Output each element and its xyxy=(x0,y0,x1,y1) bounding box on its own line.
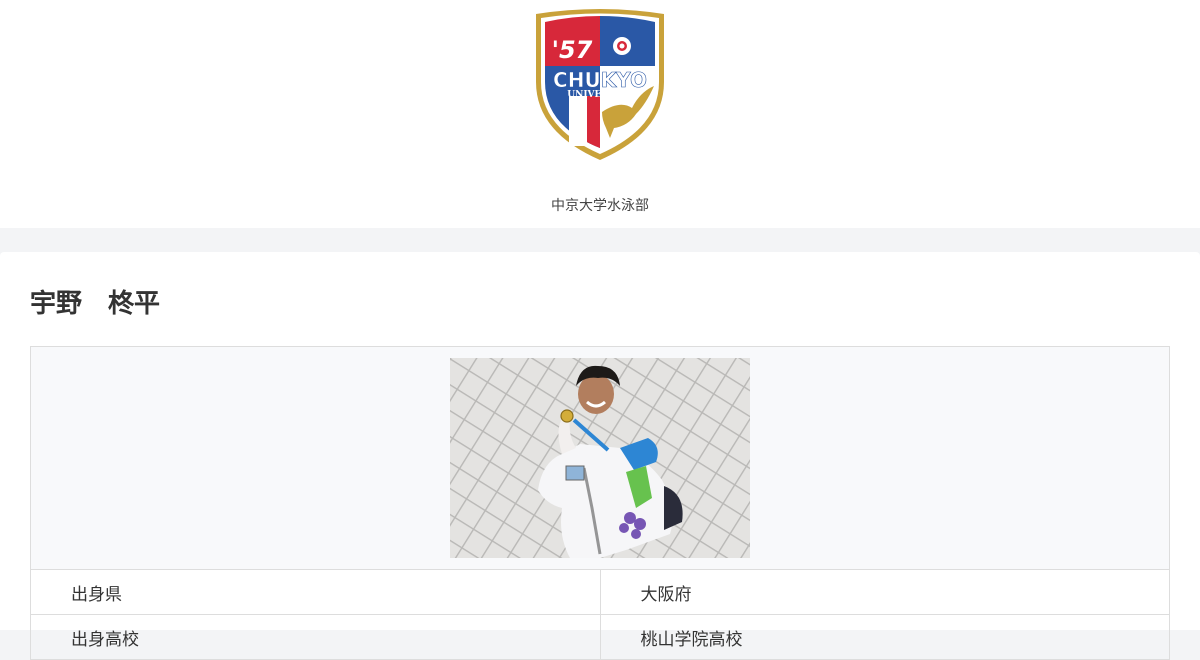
emblem-flower-icon xyxy=(613,37,631,55)
photo-row xyxy=(30,346,1170,570)
profile-table: 出身県 大阪府 出身高校 桃山学院高校 xyxy=(30,346,1170,660)
site-name[interactable]: 中京大学水泳部 xyxy=(0,196,1200,216)
site-header: '57 CHUKYO UNIVERSITY 中京大学水泳部 xyxy=(0,0,1200,228)
athlete-name-title: 宇野 柊平 xyxy=(30,289,161,319)
row-value: 桃山学院高校 xyxy=(599,614,1170,660)
chukyo-university-emblem-logo[interactable]: '57 CHUKYO UNIVERSITY xyxy=(532,8,668,164)
svg-text:'57: '57 xyxy=(552,36,593,64)
row-label: 出身高校 xyxy=(30,614,601,660)
svg-text:CHUKYO: CHUKYO xyxy=(553,68,647,92)
table-row: 出身高校 桃山学院高校 xyxy=(30,614,1170,660)
row-label: 出身県 xyxy=(30,569,601,615)
photo-cell xyxy=(30,346,1170,570)
row-value: 大阪府 xyxy=(599,569,1170,615)
swimmer-holding-medal-photo xyxy=(450,358,750,558)
table-row: 出身県 大阪府 xyxy=(30,569,1170,615)
svg-text:UNIVERSITY: UNIVERSITY xyxy=(567,90,633,100)
